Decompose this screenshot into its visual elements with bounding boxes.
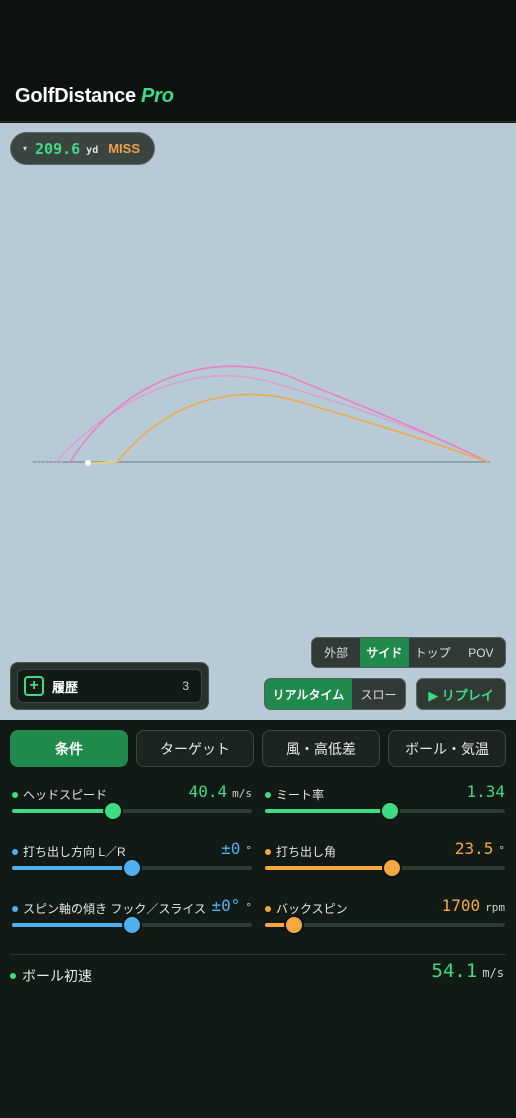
divider [10,954,506,955]
trajectory-canvas [32,365,490,466]
speed-realtime[interactable]: リアルタイム [265,679,352,709]
spin-axis-value: ±0° ° [211,896,252,915]
view-mode-control: 外部 サイド トップ POV [311,637,506,668]
spin-axis-slider: スピン軸の傾き フック／スライス ±0° ° [12,896,252,946]
view-mode-side[interactable]: サイド [360,638,409,667]
ball-marker [85,460,91,466]
settings-panel: 条件 ターゲット 風・高低差 ボール・気温 ヘッドスピード 40.4 m/s ミー… [0,720,516,1118]
history-trajectory-1 [55,375,489,463]
current-trajectory [117,393,489,463]
head-speed-thumb[interactable] [102,801,123,821]
tab-target[interactable]: ターゲット [136,730,254,767]
head-speed-slider: ヘッドスピード 40.4 m/s [12,782,252,832]
spin-axis-track[interactable] [12,915,252,935]
backspin-slider: バックスピン 1700 rpm [265,896,505,946]
app-title-pro: Pro [140,85,174,107]
launch-angle-slider: 打ち出し角 23.5 ° [265,839,505,889]
history-button[interactable]: + 履歴 3 [17,669,202,703]
app-title: GolfDistance Pro [15,85,174,107]
view-mode-external[interactable]: 外部 [312,638,360,667]
replay-button[interactable]: ▶ リプレイ [416,678,506,710]
smash-factor-label: ミート率 [265,786,324,803]
distance-pill[interactable]: ▾ 209.6 yd MISS [10,132,156,165]
ball-speed-label: ボール初速 [10,966,92,986]
history-label: 履歴 [52,679,79,695]
distance-unit: yd [86,144,99,156]
smash-factor-slider: ミート率 1.34 [265,782,505,832]
launch-direction-track[interactable] [12,858,252,878]
distance-value: 209.6 [35,139,81,158]
app-header: GolfDistance Pro [0,0,516,122]
backspin-label: バックスピン [265,900,348,917]
launch-angle-track[interactable] [265,858,505,878]
speed-slow[interactable]: スロー [352,679,405,709]
view-mode-top[interactable]: トップ [409,638,457,667]
spin-axis-label: スピン軸の傾き フック／スライス [12,900,206,917]
smash-factor-thumb[interactable] [379,801,400,821]
tab-wind-elevation[interactable]: 風・高低差 [262,730,380,767]
history-panel: + 履歴 3 [10,662,209,710]
launch-angle-value: 23.5 ° [454,839,505,858]
plus-icon: + [24,676,44,696]
backspin-thumb[interactable] [283,915,304,935]
launch-direction-value: ±0 ° [221,839,252,858]
launch-angle-label: 打ち出し角 [265,843,336,860]
launch-direction-slider: 打ち出し方向 L／R ±0 ° [12,839,252,889]
tab-conditions[interactable]: 条件 [10,730,128,767]
ball-speed-readout: ボール初速 54.1 m/s [10,960,504,990]
head-speed-label: ヘッドスピード [12,786,107,803]
view-mode-pov[interactable]: POV [457,638,505,667]
head-speed-track[interactable] [12,801,252,821]
trajectory-view[interactable]: ▾ 209.6 yd MISS + 履歴 3 外部 サイド トップ POV リア… [0,123,516,720]
smash-factor-value: 1.34 [466,782,505,801]
playback-speed-control: リアルタイム スロー [264,678,406,710]
launch-angle-thumb[interactable] [382,858,403,878]
backspin-value: 1700 rpm [441,896,505,915]
history-trajectory-2 [69,365,489,463]
shot-result: MISS [108,141,141,156]
ball-speed-value: 54.1 m/s [431,960,504,982]
backspin-track[interactable] [265,915,505,935]
history-count: 3 [182,679,189,693]
smash-factor-track[interactable] [265,801,505,821]
tab-ball-temperature[interactable]: ボール・気温 [388,730,506,767]
launch-direction-thumb[interactable] [122,858,142,878]
chevron-down-icon: ▾ [23,144,28,153]
head-speed-value: 40.4 m/s [188,782,252,801]
settings-tabs: 条件 ターゲット 風・高低差 ボール・気温 [10,730,506,767]
launch-direction-label: 打ち出し方向 L／R [12,843,126,860]
spin-axis-thumb[interactable] [122,915,142,935]
